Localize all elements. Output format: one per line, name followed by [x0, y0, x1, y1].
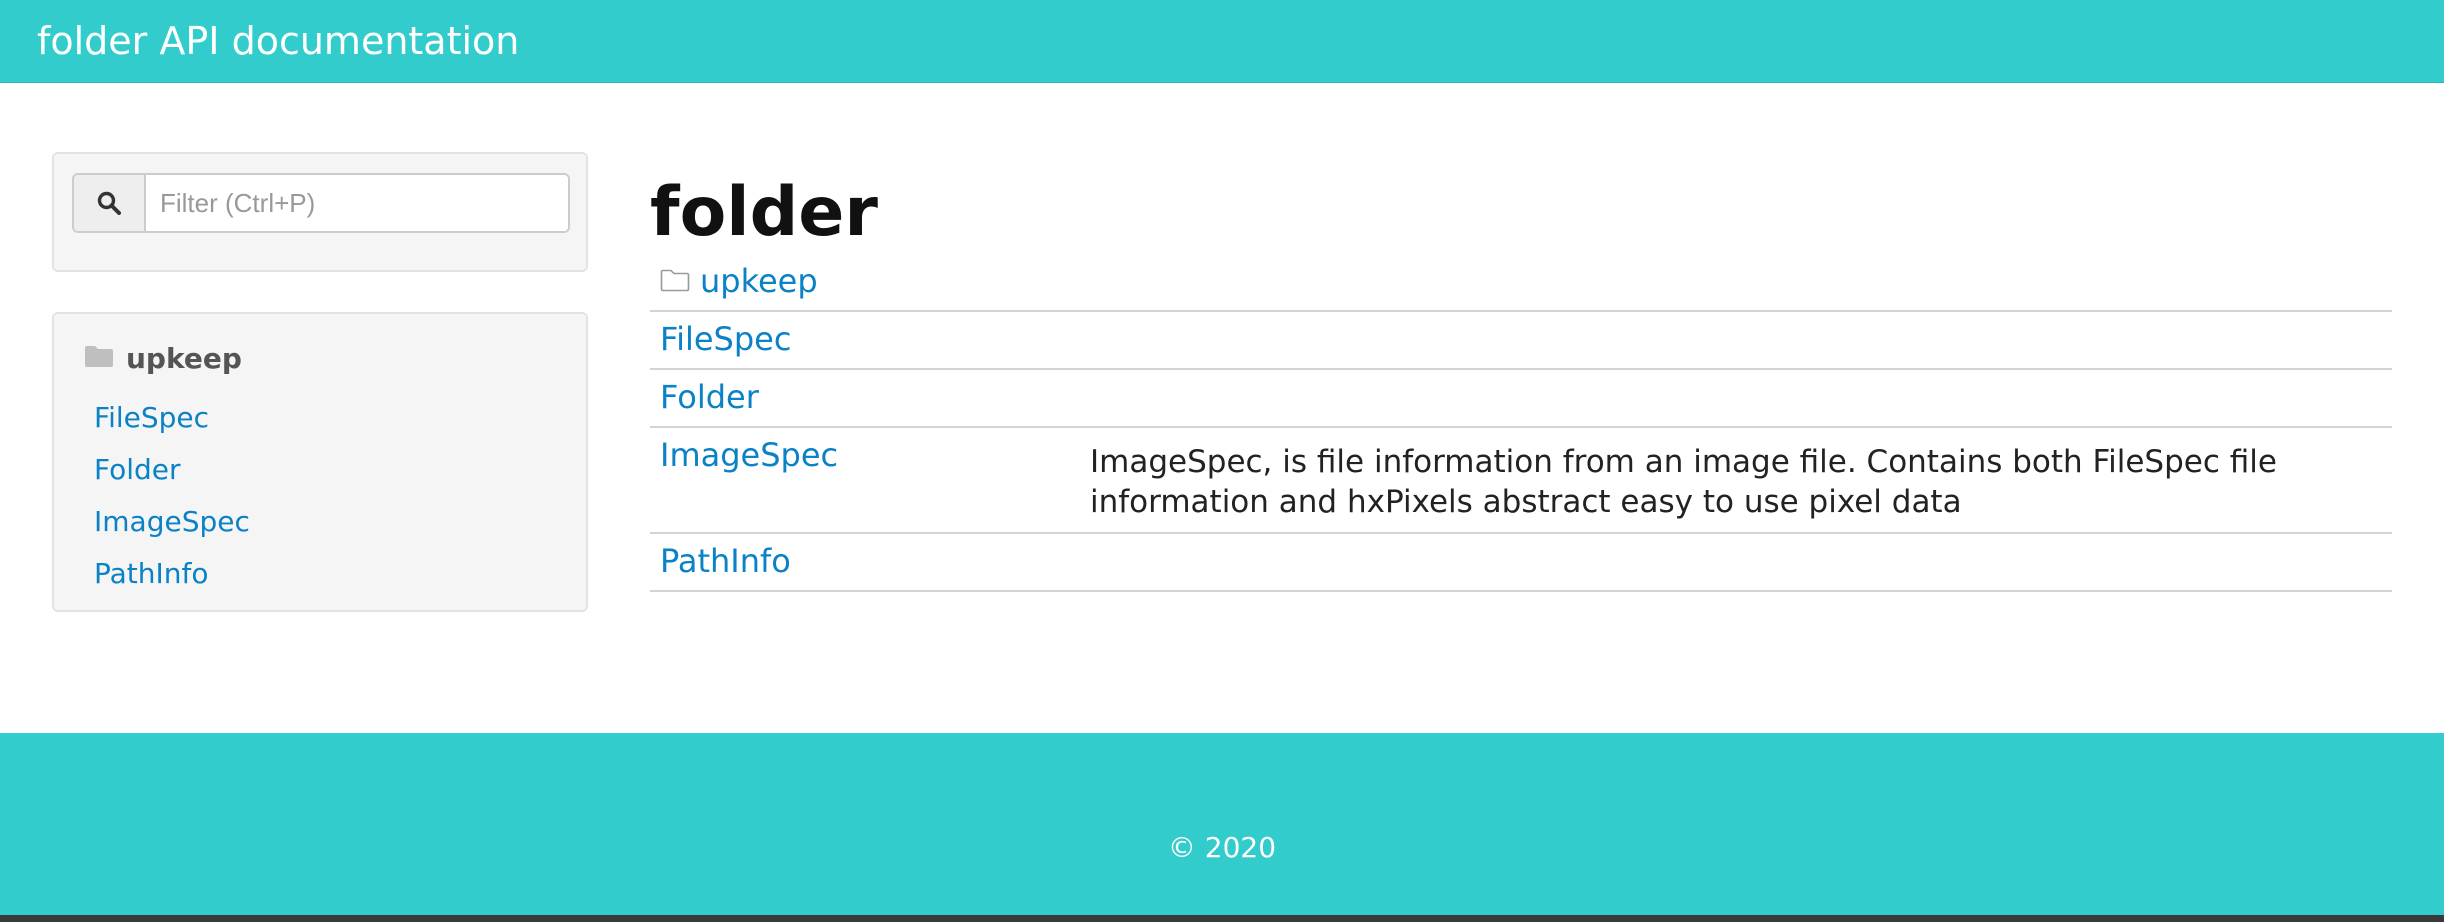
search-panel	[52, 152, 588, 272]
sidebar-list: FileSpec Folder ImageSpec PathInfo	[94, 392, 250, 600]
table-row: ImageSpec ImageSpec, is file information…	[650, 427, 2392, 534]
table-row: upkeep	[650, 260, 2392, 312]
description-cell	[1080, 311, 2392, 370]
type-link-folder[interactable]: Folder	[660, 378, 759, 416]
type-link-filespec[interactable]: FileSpec	[660, 320, 791, 358]
sidebar-nav: upkeep FileSpec Folder ImageSpec PathInf…	[52, 312, 588, 612]
table-row: Folder	[650, 369, 2392, 428]
sidebar-item-filespec: FileSpec	[94, 392, 250, 444]
table-row: FileSpec	[650, 311, 2392, 370]
site-title[interactable]: folder API documentation	[37, 17, 519, 65]
sidebar-item-pathinfo: PathInfo	[94, 548, 250, 600]
name-cell: FileSpec	[650, 311, 1080, 370]
main-content: folder upkeep FileSpec Folder ImageSpec …	[650, 170, 2392, 592]
footer: © 2020	[0, 733, 2444, 915]
description-cell	[1080, 533, 2392, 592]
sidebar-package: upkeep	[84, 342, 242, 375]
sidebar-link-filespec[interactable]: FileSpec	[94, 401, 209, 434]
sidebar-link-imagespec[interactable]: ImageSpec	[94, 505, 250, 538]
filter-input[interactable]	[146, 175, 568, 231]
package-link-label: upkeep	[700, 262, 818, 300]
page-title: folder	[650, 173, 878, 252]
search-group	[72, 173, 570, 233]
search-icon	[74, 175, 146, 231]
package-link-upkeep[interactable]: upkeep	[660, 262, 818, 300]
sidebar-link-folder[interactable]: Folder	[94, 453, 181, 486]
name-cell: Folder	[650, 369, 1080, 428]
description-cell	[1080, 369, 2392, 428]
name-cell: upkeep	[650, 260, 1080, 312]
table-row: PathInfo	[650, 533, 2392, 592]
sidebar-link-pathinfo[interactable]: PathInfo	[94, 557, 209, 590]
top-navbar: folder API documentation	[0, 0, 2444, 83]
folder-icon	[84, 342, 126, 375]
type-link-imagespec[interactable]: ImageSpec	[660, 436, 838, 474]
name-cell: PathInfo	[650, 533, 1080, 592]
type-link-pathinfo[interactable]: PathInfo	[660, 542, 791, 580]
sidebar-item-folder: Folder	[94, 444, 250, 496]
sidebar-item-imagespec: ImageSpec	[94, 496, 250, 548]
description-cell	[1080, 260, 2392, 312]
folder-open-icon	[660, 262, 700, 300]
name-cell: ImageSpec	[650, 427, 1080, 534]
window-bottom-strip	[0, 915, 2444, 922]
sidebar-package-label: upkeep	[126, 342, 242, 375]
type-listing: upkeep FileSpec Folder ImageSpec ImageSp…	[650, 260, 2392, 592]
description-cell: ImageSpec, is file information from an i…	[1080, 427, 2392, 534]
copyright-text: © 2020	[1167, 831, 1277, 864]
